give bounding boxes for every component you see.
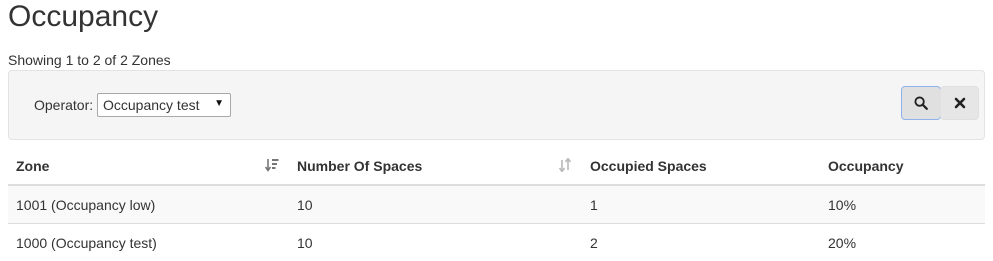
chevron-down-icon: ▼ bbox=[214, 98, 224, 109]
cell-zone: 1000 (Occupancy test) bbox=[8, 224, 289, 261]
clear-button[interactable] bbox=[940, 86, 979, 120]
table-header-row: Zone Number Of Spaces bbox=[8, 147, 985, 185]
cell-occupied-spaces: 2 bbox=[582, 224, 820, 261]
page-title: Occupancy bbox=[8, 0, 158, 34]
table-row: 1000 (Occupancy test) 10 2 20% bbox=[8, 224, 985, 261]
column-header-label: Occupancy bbox=[828, 158, 903, 174]
column-header-zone[interactable]: Zone bbox=[8, 147, 289, 185]
column-header-occupied-spaces[interactable]: Occupied Spaces bbox=[582, 147, 820, 185]
table-row: 1001 (Occupancy low) 10 1 10% bbox=[8, 185, 985, 224]
zones-table: Zone Number Of Spaces bbox=[8, 147, 985, 261]
close-icon bbox=[954, 97, 966, 109]
operator-label: Operator: bbox=[34, 97, 93, 113]
filter-panel: Operator: Occupancy test ▼ bbox=[8, 70, 985, 140]
column-header-occupancy[interactable]: Occupancy bbox=[820, 147, 985, 185]
column-header-label: Number Of Spaces bbox=[297, 158, 422, 174]
results-summary: Showing 1 to 2 of 2 Zones bbox=[8, 52, 171, 68]
operator-select[interactable]: Occupancy test ▼ bbox=[97, 93, 231, 117]
sort-icon bbox=[558, 158, 572, 172]
column-header-label: Occupied Spaces bbox=[590, 158, 707, 174]
cell-number-of-spaces: 10 bbox=[289, 185, 582, 224]
cell-occupancy: 20% bbox=[820, 224, 985, 261]
operator-select-value: Occupancy test bbox=[103, 97, 200, 113]
column-header-label: Zone bbox=[16, 158, 49, 174]
occupancy-page: Occupancy Showing 1 to 2 of 2 Zones Oper… bbox=[0, 0, 993, 259]
search-button[interactable] bbox=[901, 86, 941, 120]
column-header-number-of-spaces[interactable]: Number Of Spaces bbox=[289, 147, 582, 185]
cell-number-of-spaces: 10 bbox=[289, 224, 582, 261]
cell-occupied-spaces: 1 bbox=[582, 185, 820, 224]
sort-descending-icon bbox=[265, 158, 279, 172]
cell-occupancy: 10% bbox=[820, 185, 985, 224]
cell-zone: 1001 (Occupancy low) bbox=[8, 185, 289, 224]
search-icon bbox=[914, 96, 928, 110]
